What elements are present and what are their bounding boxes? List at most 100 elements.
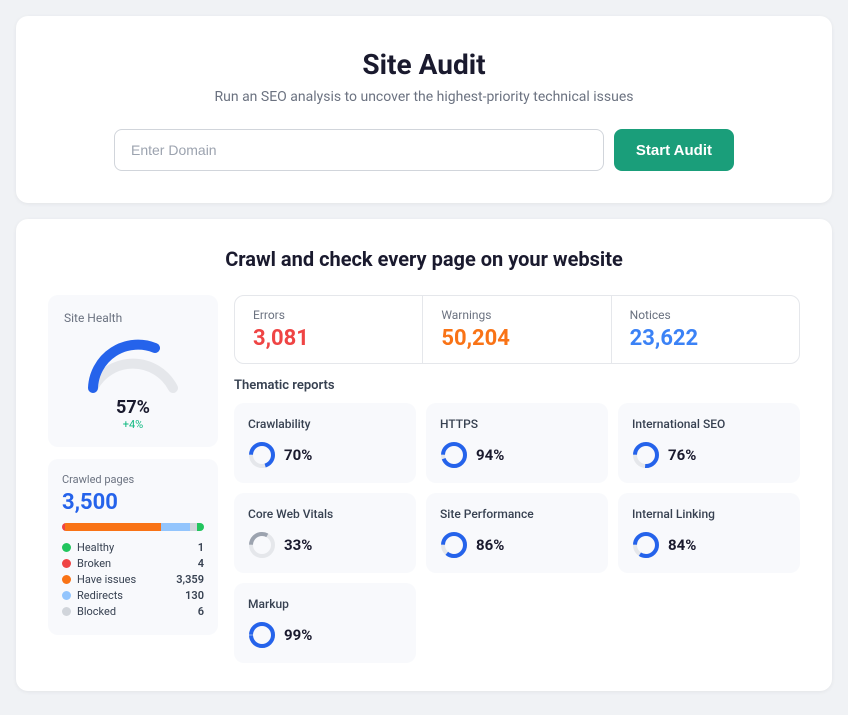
legend-count: 6 [198,605,204,618]
crawled-pages-card: Crawled pages 3,500 Healthy 1 Broken 4 H… [48,459,218,635]
report-card[interactable]: Internal Linking 84% [618,493,800,573]
top-card: Site Audit Run an SEO analysis to uncove… [16,16,832,203]
report-title: International SEO [632,417,786,431]
page-title: Site Audit [56,48,792,81]
bar-segment [197,523,204,531]
legend-dot [62,591,71,600]
legend-dot [62,559,71,568]
legend-item: Broken 4 [62,557,204,570]
donut-svg [248,441,276,469]
legend-dot [62,607,71,616]
legend-item: Have issues 3,359 [62,573,204,586]
bar-segment [190,523,197,531]
report-stat: 76% [632,441,786,469]
site-health-card: Site Health 57% +4% [48,295,218,447]
metric-value: 3,081 [253,326,404,351]
report-stat: 84% [632,531,786,559]
metric-box: Notices 23,622 [612,296,799,363]
report-title: Markup [248,597,402,611]
legend-item: Redirects 130 [62,589,204,602]
legend-name: Blocked [77,605,116,618]
donut-chart [632,531,660,559]
dashboard: Site Health 57% +4% Crawled pages 3,500 [48,295,800,663]
report-title: Internal Linking [632,507,786,521]
legend-list: Healthy 1 Broken 4 Have issues 3,359 Red… [62,541,204,618]
report-title: Site Performance [440,507,594,521]
donut-chart [248,621,276,649]
bar-segment [65,523,162,531]
report-card[interactable]: Markup 99% [234,583,416,663]
metric-label: Errors [253,308,404,322]
report-percent: 76% [668,446,696,464]
metric-value: 50,204 [441,326,592,351]
legend-name: Broken [77,557,111,570]
crawled-label: Crawled pages [62,473,204,486]
legend-count: 1 [198,541,204,554]
report-title: HTTPS [440,417,594,431]
legend-dot [62,543,71,552]
report-stat: 70% [248,441,402,469]
domain-input[interactable] [114,129,604,171]
gauge-percent: 57% [64,397,202,418]
left-column: Site Health 57% +4% Crawled pages 3,500 [48,295,218,635]
donut-svg [440,441,468,469]
report-card[interactable]: Crawlability 70% [234,403,416,483]
site-health-label: Site Health [64,311,202,325]
report-percent: 99% [284,626,312,644]
legend-count: 4 [198,557,204,570]
gauge-chart [83,333,183,393]
report-stat: 86% [440,531,594,559]
report-percent: 86% [476,536,504,554]
report-percent: 94% [476,446,504,464]
right-column: Errors 3,081 Warnings 50,204 Notices 23,… [234,295,800,663]
main-card: Crawl and check every page on your websi… [16,219,832,691]
start-audit-button[interactable]: Start Audit [614,129,734,171]
bar-segment [161,523,189,531]
legend-item: Blocked 6 [62,605,204,618]
legend-name: Have issues [77,573,136,586]
section-title: Crawl and check every page on your websi… [48,247,800,271]
legend-count: 3,359 [176,573,204,586]
thematic-label: Thematic reports [234,378,800,393]
report-stat: 94% [440,441,594,469]
report-card[interactable]: Core Web Vitals 33% [234,493,416,573]
donut-svg [248,621,276,649]
donut-svg [248,531,276,559]
bar-stack [62,523,204,531]
report-title: Crawlability [248,417,402,431]
report-title: Core Web Vitals [248,507,402,521]
report-grid: Crawlability 70% HTTPS 94% International… [234,403,800,663]
donut-svg [632,441,660,469]
legend-count: 130 [185,589,204,602]
legend-name: Healthy [77,541,114,554]
report-percent: 70% [284,446,312,464]
page-subtitle: Run an SEO analysis to uncover the highe… [56,89,792,105]
donut-chart [248,441,276,469]
gauge-delta: +4% [64,418,202,431]
metrics-row: Errors 3,081 Warnings 50,204 Notices 23,… [234,295,800,364]
legend-item: Healthy 1 [62,541,204,554]
metric-label: Warnings [441,308,592,322]
report-card[interactable]: HTTPS 94% [426,403,608,483]
report-stat: 99% [248,621,402,649]
gauge-svg [83,333,183,393]
metric-label: Notices [630,308,781,322]
metric-value: 23,622 [630,326,781,351]
report-card[interactable]: International SEO 76% [618,403,800,483]
search-row: Start Audit [114,129,734,171]
report-card[interactable]: Site Performance 86% [426,493,608,573]
legend-name: Redirects [77,589,123,602]
report-stat: 33% [248,531,402,559]
donut-chart [632,441,660,469]
donut-svg [632,531,660,559]
report-percent: 84% [668,536,696,554]
donut-svg [440,531,468,559]
legend-dot [62,575,71,584]
donut-chart [440,441,468,469]
report-percent: 33% [284,536,312,554]
metric-box: Errors 3,081 [235,296,423,363]
crawled-count: 3,500 [62,490,204,515]
donut-chart [440,531,468,559]
donut-chart [248,531,276,559]
metric-box: Warnings 50,204 [423,296,611,363]
